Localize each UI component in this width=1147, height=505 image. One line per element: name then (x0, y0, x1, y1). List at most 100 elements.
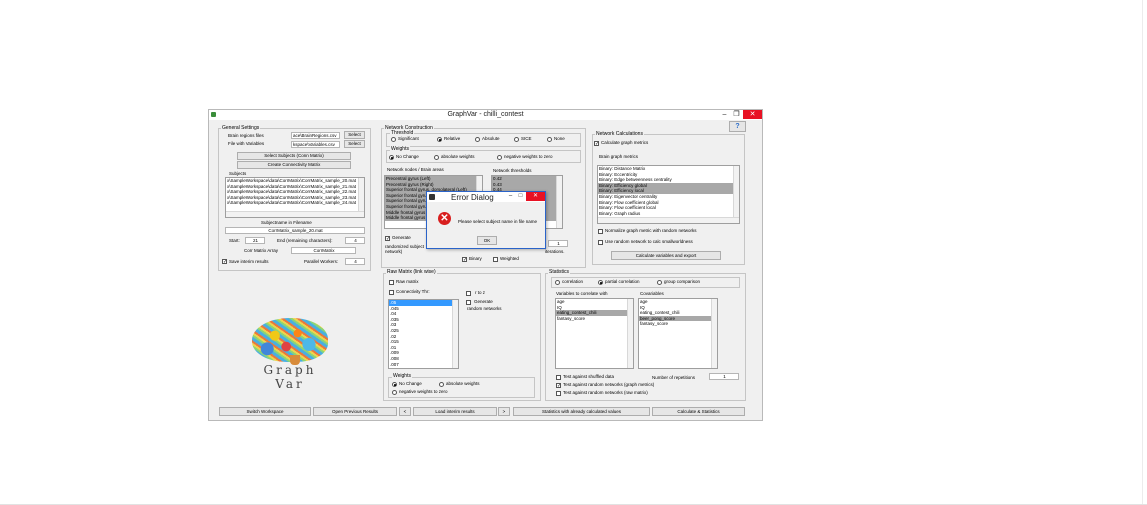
next-button[interactable]: > (498, 407, 510, 416)
end-field[interactable]: 4 (345, 237, 365, 244)
calc-export-button[interactable]: Calculate variables and export (611, 251, 721, 260)
subjects-list[interactable]: x\SampleWorkspace\data\CorrMatrix\CorrMa… (225, 177, 365, 218)
use-random-checkbox[interactable] (598, 240, 603, 245)
graphvar-logo-text: Graph Var (263, 363, 317, 391)
help-button[interactable]: ? (729, 121, 746, 132)
subject-item[interactable]: x\SampleWorkspace\data\CorrMatrix\CorrMa… (226, 200, 364, 206)
corr-array-field[interactable]: CorrMatrix (291, 247, 356, 254)
minimize-button[interactable]: – (719, 110, 730, 119)
covariables-scrollbar[interactable] (711, 299, 717, 368)
random-graph-checkbox[interactable]: ✓ (556, 383, 561, 389)
r-to-z-checkbox[interactable] (466, 291, 471, 296)
thr-item[interactable]: .007 (389, 362, 458, 368)
brain-regions-field[interactable]: ace\BrainRegions.csv (291, 132, 340, 139)
start-field[interactable]: 21 (245, 237, 265, 244)
raw-matrix-title: Raw Matrix (link wise) (386, 269, 437, 275)
subject-item[interactable]: x\SampleWorkspace\data\CorrMatrix\CorrMa… (226, 178, 364, 184)
start-label: Start: (229, 238, 240, 243)
mode-partial-radio[interactable] (598, 280, 603, 285)
weights-nochange-radio[interactable] (389, 155, 394, 160)
binary-checkbox[interactable]: ✓ (462, 257, 467, 263)
weighted-label: Weighted (500, 256, 519, 261)
shuffled-checkbox[interactable] (556, 375, 561, 380)
weights-nochange-label: No Change (396, 154, 419, 159)
thresholds-scrollbar[interactable] (556, 176, 562, 228)
r-to-z-label: r to z (475, 290, 486, 295)
workers-field[interactable]: 4 (345, 258, 365, 265)
threshold-none-radio[interactable] (547, 137, 552, 142)
threshold-relative-radio[interactable] (437, 137, 442, 142)
save-interim-label: Save interim results (229, 259, 269, 264)
threshold-significant-label: Significant (398, 136, 419, 141)
threshold-significant-radio[interactable] (391, 137, 396, 142)
conn-thr-scrollbar[interactable] (452, 300, 458, 368)
covariables-label: Covariables (640, 291, 664, 296)
close-button[interactable]: ✕ (743, 110, 762, 119)
error-icon: ✕ (438, 212, 451, 225)
shuffled-label: Test against shuffled data (563, 374, 614, 379)
random-graph-label: Test against random networks (graph metr… (563, 382, 655, 387)
raw-matrix-checkbox[interactable] (389, 280, 394, 285)
random-raw-checkbox[interactable] (556, 391, 561, 396)
metrics-hscrollbar[interactable] (598, 217, 739, 223)
raw-weights-absolute-label: absolute weights (446, 381, 480, 386)
calc-graph-checkbox[interactable]: ✓ (594, 141, 599, 147)
normalize-checkbox[interactable] (598, 229, 603, 234)
var-item[interactable]: fantasy_score (556, 316, 633, 322)
metrics-scrollbar[interactable] (733, 166, 739, 223)
select-variables-button[interactable]: Select (344, 140, 365, 148)
threshold-sice-radio[interactable] (514, 137, 519, 142)
subjects-hscrollbar[interactable] (226, 211, 364, 217)
statistics-title: Statistics (548, 269, 571, 275)
iterations-field[interactable]: 1 (548, 240, 568, 247)
error-dialog: Error Dialog – □ ✕ ✕ Please select subje… (426, 191, 546, 249)
dialog-close-button[interactable]: ✕ (526, 192, 545, 201)
normalize-label: Normalize graph metric with random netwo… (605, 228, 697, 233)
raw-generate-checkbox[interactable] (466, 300, 471, 305)
covariables-list[interactable]: age IQ eating_contest_chili beer_pong_sc… (638, 298, 718, 369)
vars-scrollbar[interactable] (627, 299, 633, 368)
raw-weights-nochange-radio[interactable] (392, 382, 397, 387)
threshold-none-label: None (554, 136, 565, 141)
load-interim-button[interactable]: Load interim results (413, 407, 497, 416)
weights-absolute-radio[interactable] (434, 155, 439, 160)
conn-thr-checkbox[interactable] (389, 290, 394, 295)
subject-item[interactable]: x\SampleWorkspace\data\CorrMatrix\CorrMa… (226, 189, 364, 195)
maximize-button[interactable]: ❐ (731, 110, 742, 119)
subjectname-field[interactable]: CorrMatrix_sample_20.mat (225, 227, 365, 234)
cov-item[interactable]: fantasy_score (639, 321, 717, 327)
calculate-statistics-button[interactable]: Calculate & Statistics (652, 407, 745, 416)
raw-matrix-label: Raw matrix (396, 279, 419, 284)
title-bar: GraphVar - chilli_contest – ❐ ✕ (209, 110, 762, 120)
dialog-maximize-button[interactable]: □ (515, 192, 526, 201)
select-subjects-button[interactable]: Select Subjects (Conn Matrix) (237, 152, 351, 160)
raw-weights-negative-label: negative weights to zero (399, 389, 448, 394)
mode-correlation-radio[interactable] (555, 280, 560, 285)
save-interim-checkbox[interactable]: ✓ (222, 259, 227, 265)
weighted-checkbox[interactable] (493, 257, 498, 262)
open-previous-button[interactable]: Open Previous Results (313, 407, 397, 416)
vars-label: Variables to correlate with (556, 291, 608, 296)
stats-calculated-button[interactable]: Statistics with already calculated value… (513, 407, 650, 416)
create-connectivity-button[interactable]: Create Connectivity Matrix (237, 161, 351, 169)
weights-negative-radio[interactable] (497, 155, 502, 160)
network-thresholds-label: Network thresholds (493, 168, 532, 173)
dialog-title: Error Dialog (451, 193, 494, 202)
vars-list[interactable]: age IQ eating_contest_chili fantasy_scor… (555, 298, 634, 369)
binary-label: Binary (469, 256, 482, 261)
generate-checkbox[interactable]: ✓ (385, 236, 390, 242)
raw-weights-absolute-radio[interactable] (439, 382, 444, 387)
conn-thr-list[interactable]: .05 .045 .04 .035 .03 .025 .02 .015 .01 … (388, 299, 459, 369)
dialog-ok-button[interactable]: OK (477, 236, 497, 245)
reps-field[interactable]: 1 (709, 373, 739, 380)
graph-metrics-list[interactable]: Binary: Distance Matrix Binary: Eccentri… (597, 165, 740, 224)
raw-weights-negative-radio[interactable] (392, 390, 397, 395)
threshold-absolute-radio[interactable] (475, 137, 480, 142)
metric-item[interactable]: Binary: Graph radius (598, 211, 739, 217)
variables-field[interactable]: kspace\Variables.csv (291, 141, 340, 148)
threshold-relative-label: Relative (444, 136, 461, 141)
select-brain-regions-button[interactable]: Select (344, 131, 365, 139)
previous-button[interactable]: < (399, 407, 411, 416)
switch-workspace-button[interactable]: Switch Workspace (219, 407, 311, 416)
mode-group-radio[interactable] (657, 280, 662, 285)
